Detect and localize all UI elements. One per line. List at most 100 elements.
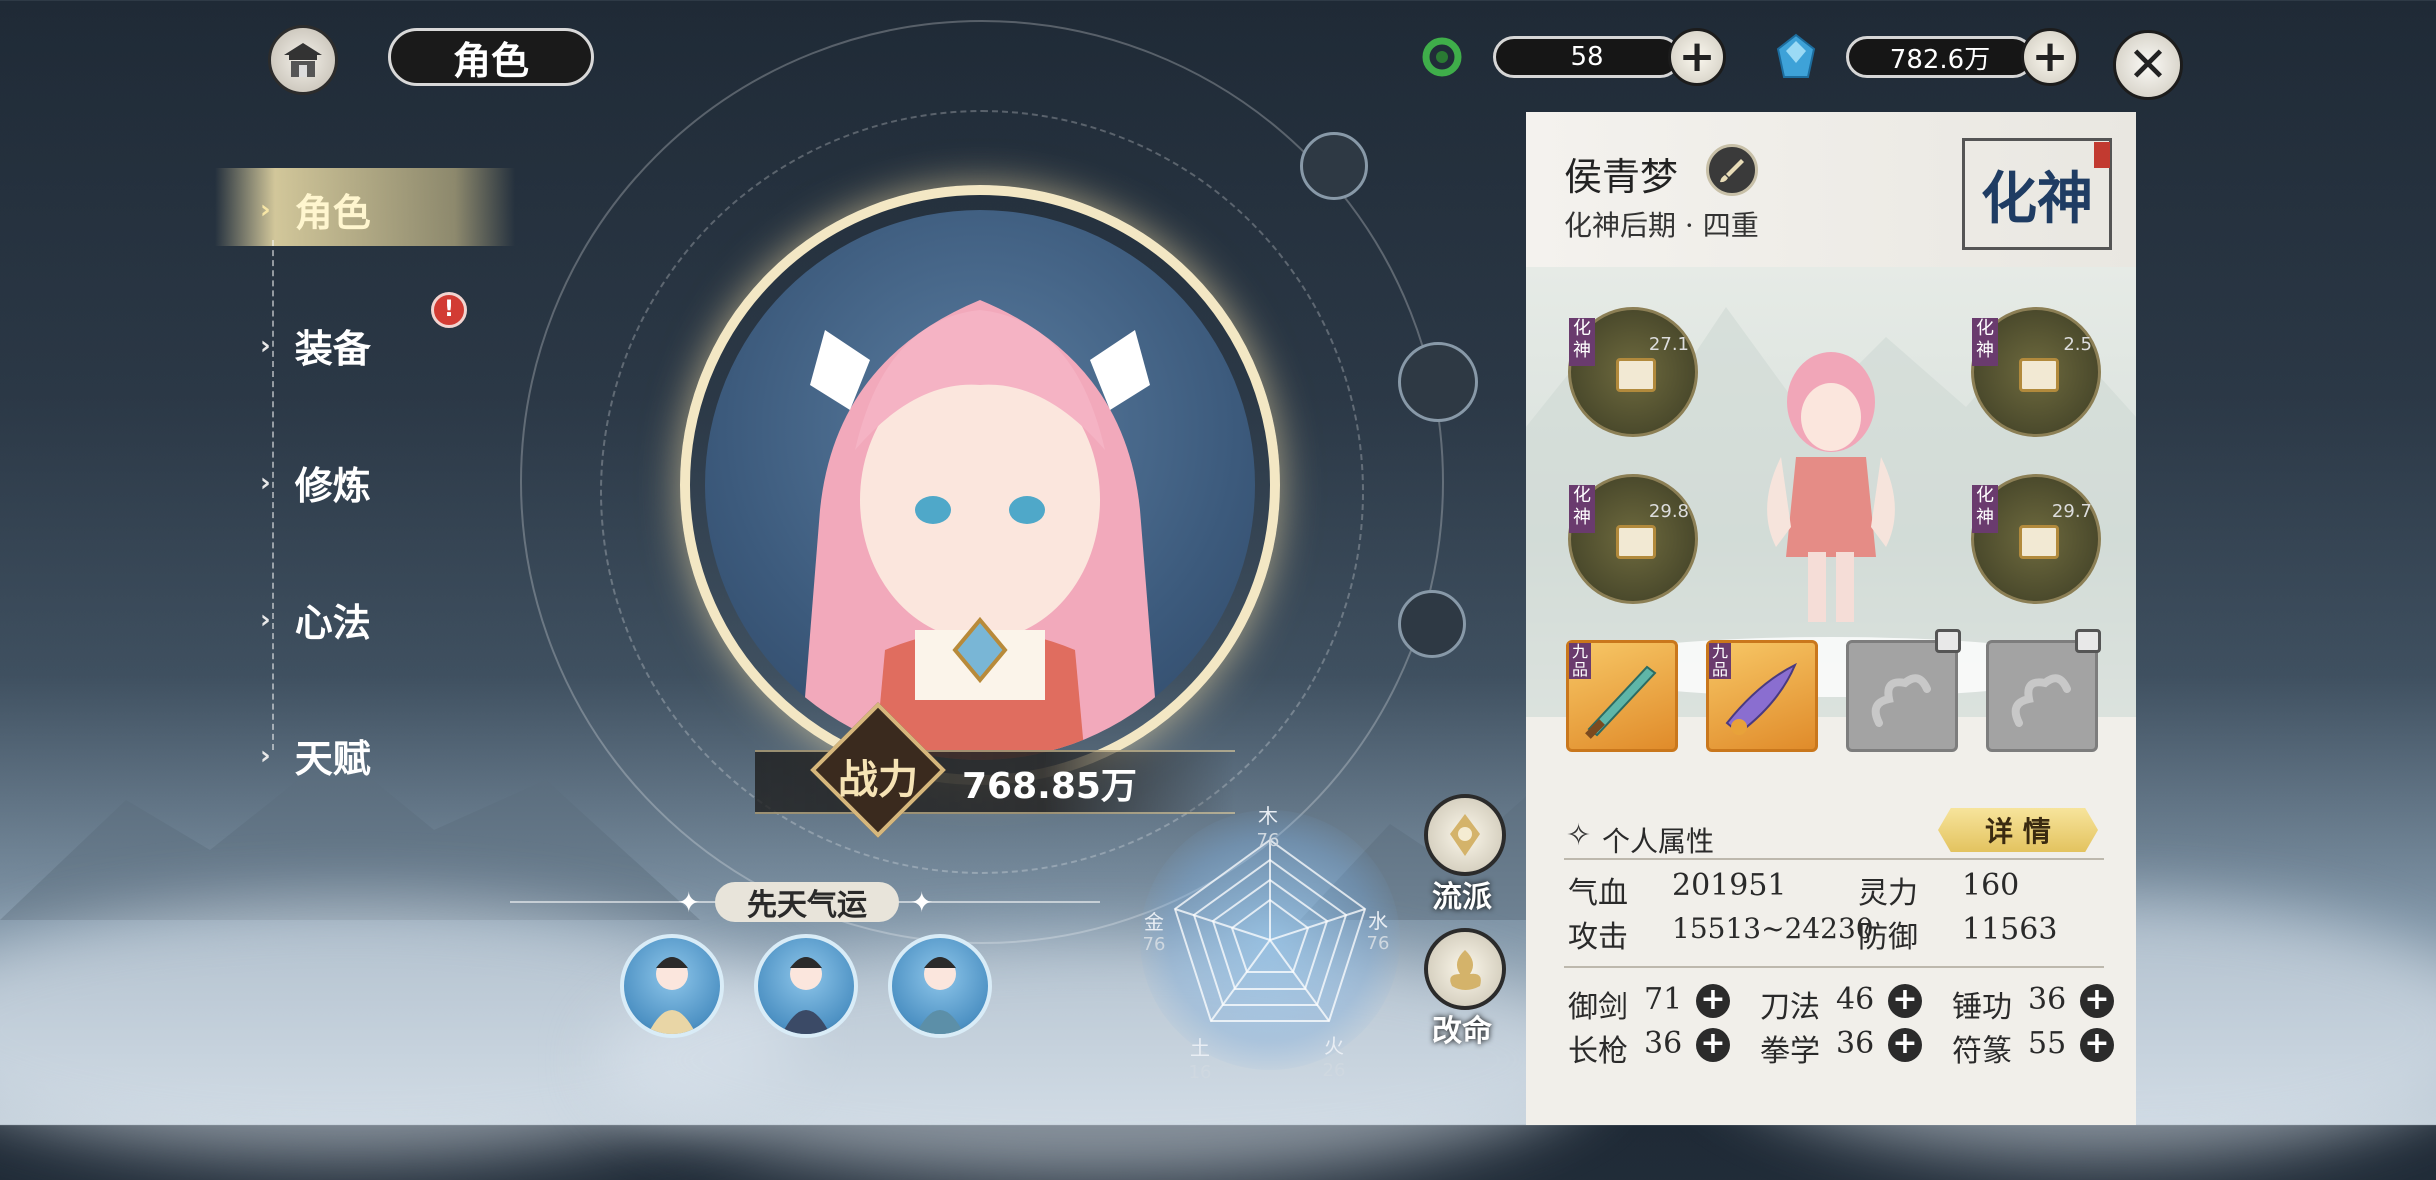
padlock-icon — [2075, 629, 2101, 653]
menu-item-label: 心法 — [294, 601, 371, 645]
equipment-tier-tag: 化神 — [1569, 318, 1595, 366]
attr-hp-label: 气血 — [1568, 876, 1628, 911]
equipment-slot[interactable]: 化神 27.1 — [1568, 307, 1698, 437]
fortune-avatar[interactable] — [620, 934, 724, 1038]
equipment-lock-icon — [2019, 525, 2059, 559]
character-name: 侯青梦 — [1564, 155, 1679, 199]
skill-upgrade-button[interactable]: + — [1696, 1028, 1730, 1062]
attr-sp-label: 灵力 — [1858, 876, 1918, 911]
attr-def-label: 防御 — [1858, 920, 1918, 955]
artifact-slot-locked[interactable] — [1986, 629, 2101, 752]
radar-value-earth: 16 — [1188, 1062, 1212, 1083]
cloud-scroll-icon — [1871, 674, 1931, 727]
skill-label: 符篆 — [1952, 1034, 2012, 1069]
skill-value: 36 — [2028, 982, 2067, 1017]
add-spirit-stone-button[interactable]: + — [2021, 28, 2079, 86]
skill-upgrade-button[interactable]: + — [1888, 984, 1922, 1018]
menu-item-talent[interactable]: › 天赋 — [260, 728, 371, 783]
equipment-lock-icon — [1616, 358, 1656, 392]
arrow-right-icon: › — [260, 467, 271, 498]
fortune-avatar[interactable] — [754, 934, 858, 1038]
radar-label-wood: 木 — [1258, 804, 1278, 828]
fortune-figure-icon — [648, 957, 696, 1034]
equipment-tier-tag: 化神 — [1972, 318, 1998, 366]
character-illustration — [800, 300, 1160, 760]
radar-value-metal: 76 — [1142, 934, 1166, 955]
fortune-avatar[interactable] — [888, 934, 992, 1038]
orbit-planet — [1300, 132, 1368, 200]
spirit-stone-icon — [1776, 33, 1816, 81]
school-button[interactable] — [1424, 794, 1506, 876]
equipment-slot[interactable]: 化神 2.5 — [1971, 307, 2101, 437]
equipment-slot[interactable]: 化神 29.8 — [1568, 474, 1698, 604]
brush-icon — [1720, 159, 1744, 183]
school-label: 流派 — [1432, 880, 1492, 915]
skill-value: 36 — [1644, 1026, 1683, 1061]
details-button[interactable]: 详 情 — [1938, 808, 2098, 852]
equipment-tier-tag: 化神 — [1569, 485, 1595, 533]
skill-upgrade-button[interactable]: + — [1696, 984, 1730, 1018]
skills-divider — [1564, 966, 2104, 968]
page-title: 角色 — [388, 28, 594, 86]
menu-item-label: 角色 — [294, 191, 371, 235]
attr-atk-value: 15513~24230 — [1672, 912, 1874, 945]
radar-value-wood: 76 — [1256, 830, 1280, 851]
star-icon: ✦ — [677, 886, 701, 919]
pavilion-icon — [284, 43, 322, 77]
alert-badge-text: ! — [443, 297, 455, 322]
menu-item-label: 修炼 — [294, 464, 371, 508]
skill-label: 拳学 — [1760, 1034, 1820, 1069]
attr-sp-value: 160 — [1962, 868, 2020, 903]
equipment-tier-tag: 化神 — [1972, 485, 1998, 533]
equipment-slot[interactable]: 化神 29.7 — [1971, 474, 2101, 604]
change-fate-icon — [1450, 950, 1481, 990]
home-pavilion-button[interactable] — [268, 25, 338, 95]
cultivation-realm: 化神后期 · 四重 — [1564, 209, 1759, 242]
skill-value: 55 — [2028, 1026, 2067, 1061]
equipment-level: 27.1 — [1648, 334, 1689, 355]
skill-value: 46 — [1836, 982, 1875, 1017]
seal-stamp — [2094, 142, 2110, 168]
artifact-grade-tag: 九品 — [1569, 643, 1591, 679]
jade-icon — [1420, 35, 1464, 79]
skill-upgrade-button[interactable]: + — [2080, 1028, 2114, 1062]
menu-item-equipment[interactable]: › 装备 — [260, 318, 371, 373]
skill-upgrade-button[interactable]: + — [1888, 1028, 1922, 1062]
change-fate-label: 改命 — [1432, 1014, 1492, 1049]
arrow-right-icon: › — [260, 604, 271, 635]
sparkle-icon: ✧ — [1566, 818, 1592, 853]
realm-badge: 化神 — [1981, 166, 2093, 232]
skill-label: 长枪 — [1568, 1034, 1628, 1069]
menu-item-character[interactable]: › 角色 — [260, 182, 371, 237]
close-button[interactable]: ✕ — [2113, 30, 2183, 100]
equipment-level: 29.7 — [2051, 501, 2092, 522]
attributes-title: 个人属性 — [1602, 825, 1715, 858]
fortune-figure-icon — [782, 957, 830, 1034]
attr-atk-label: 攻击 — [1568, 920, 1628, 955]
character-info-panel: 侯青梦 化神后期 · 四重 化神 化神 27.1 化神 2.5 化神 29.8 … — [1526, 112, 2136, 1125]
skill-value: 36 — [1836, 1026, 1875, 1061]
skill-value: 71 — [1644, 982, 1683, 1017]
radar-label-fire: 火 — [1324, 1034, 1344, 1058]
artifact-slot-locked[interactable] — [1846, 629, 1961, 752]
arrow-right-icon: › — [260, 740, 271, 771]
fortune-title: 先天气运 — [715, 882, 899, 923]
equipment-level: 29.8 — [1648, 501, 1689, 522]
add-jade-button[interactable]: + — [1668, 28, 1726, 86]
skill-upgrade-button[interactable]: + — [2080, 984, 2114, 1018]
alert-badge: ! — [431, 292, 467, 328]
character-portrait[interactable] — [705, 210, 1255, 760]
skill-label: 刀法 — [1760, 990, 1820, 1025]
change-fate-button[interactable] — [1424, 928, 1506, 1010]
radar-label-metal: 金 — [1144, 910, 1164, 934]
menu-item-cultivation[interactable]: › 修炼 — [260, 455, 371, 510]
artifact-slot[interactable]: 九品 — [1706, 640, 1818, 752]
school-icon — [1450, 814, 1480, 856]
artifact-slot[interactable]: 九品 — [1566, 640, 1678, 752]
radar-value-fire: 26 — [1322, 1060, 1346, 1081]
cloud-scroll-icon — [2011, 674, 2071, 727]
rename-brush-button[interactable] — [1706, 144, 1758, 196]
fortune-figure-icon — [916, 957, 964, 1034]
menu-item-mind-method[interactable]: › 心法 — [260, 592, 371, 647]
arrow-right-icon: › — [260, 330, 271, 361]
